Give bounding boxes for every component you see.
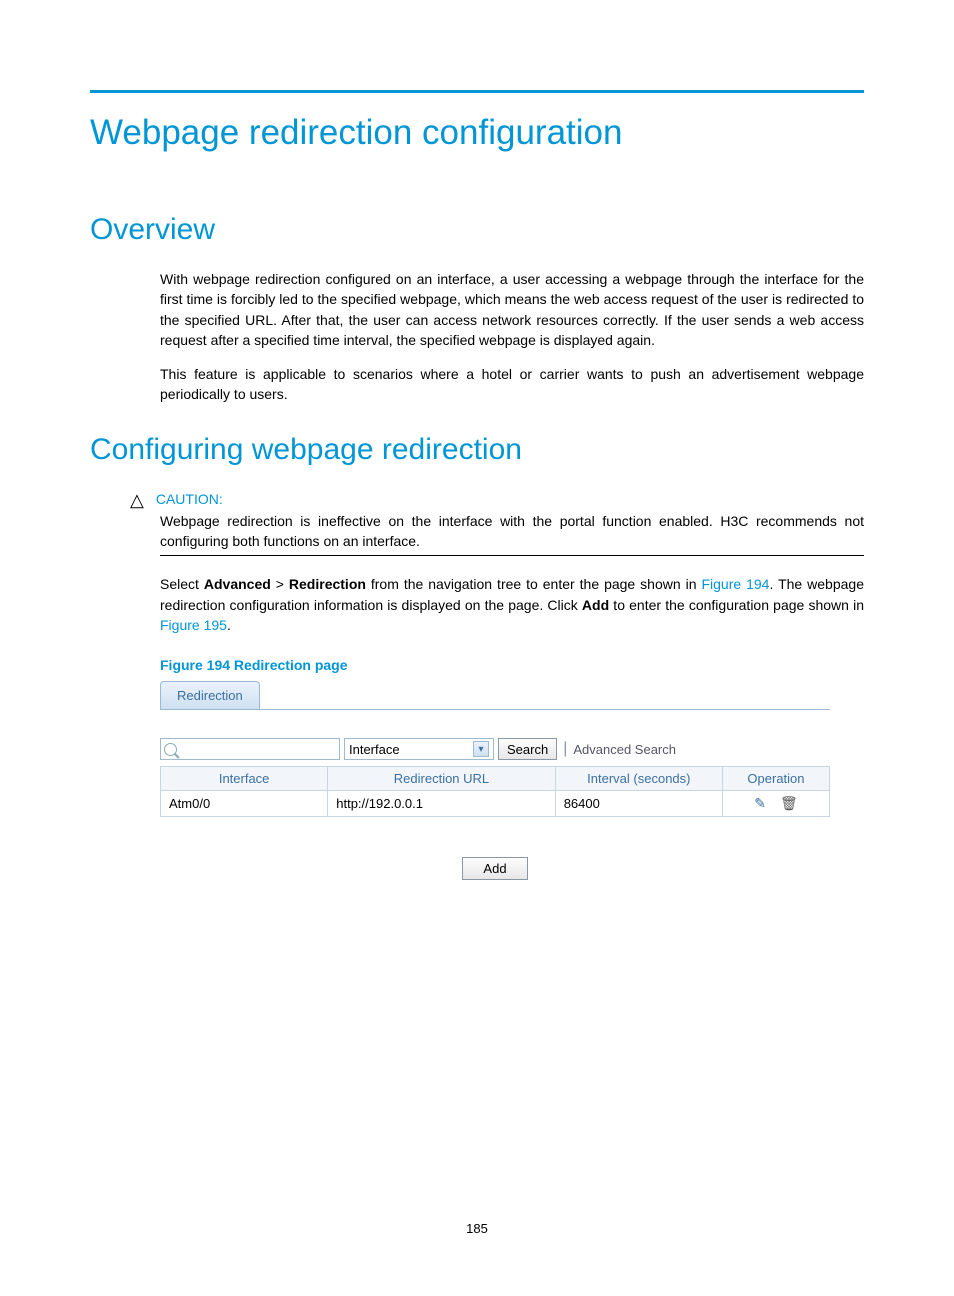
figure-194-caption: Figure 194 Redirection page bbox=[160, 657, 864, 673]
redirection-table: Interface Redirection URL Interval (seco… bbox=[160, 766, 830, 817]
advanced-search-link[interactable]: Advanced Search bbox=[573, 742, 676, 757]
text: . bbox=[227, 617, 231, 633]
link-figure-195[interactable]: Figure 195 bbox=[160, 617, 227, 633]
col-operation[interactable]: Operation bbox=[722, 767, 829, 791]
text: Select bbox=[160, 576, 204, 592]
configuring-para: Select Advanced > Redirection from the n… bbox=[160, 574, 864, 635]
link-figure-194[interactable]: Figure 194 bbox=[701, 576, 769, 592]
cell-interface: Atm0/0 bbox=[161, 791, 328, 817]
caution-text: Webpage redirection is ineffective on th… bbox=[160, 511, 864, 552]
page-number: 185 bbox=[0, 1221, 954, 1236]
section-configuring-heading: Configuring webpage redirection bbox=[90, 433, 864, 467]
add-button[interactable]: Add bbox=[462, 857, 527, 880]
cell-interval: 86400 bbox=[555, 791, 722, 817]
text: to enter the configuration page shown in bbox=[609, 597, 864, 613]
col-interface[interactable]: Interface bbox=[161, 767, 328, 791]
trash-icon[interactable]: 🗑 bbox=[780, 795, 798, 812]
tab-redirection[interactable]: Redirection bbox=[160, 681, 260, 709]
section-overview-heading: Overview bbox=[90, 213, 864, 247]
text: > bbox=[271, 576, 289, 592]
overview-para-1: With webpage redirection configured on a… bbox=[160, 269, 864, 350]
cell-url: http://192.0.0.1 bbox=[328, 791, 555, 817]
add-bold: Add bbox=[582, 597, 609, 613]
edit-icon[interactable]: ✎ bbox=[754, 795, 766, 812]
figure-194-screenshot: Redirection Interface ▾ Search | Advance… bbox=[160, 681, 830, 880]
text: from the navigation tree to enter the pa… bbox=[366, 576, 702, 592]
col-url[interactable]: Redirection URL bbox=[328, 767, 555, 791]
search-button[interactable]: Search bbox=[498, 738, 557, 760]
overview-para-2: This feature is applicable to scenarios … bbox=[160, 364, 864, 405]
nav-advanced: Advanced bbox=[204, 576, 271, 592]
caution-icon: △ bbox=[130, 491, 144, 509]
table-row: Atm0/0 http://192.0.0.1 86400 ✎ 🗑 bbox=[161, 791, 830, 817]
nav-redirection: Redirection bbox=[289, 576, 366, 592]
chevron-down-icon: ▾ bbox=[473, 741, 489, 757]
separator: | bbox=[563, 740, 567, 758]
search-input[interactable] bbox=[160, 738, 340, 760]
search-icon bbox=[164, 743, 177, 756]
col-interval[interactable]: Interval (seconds) bbox=[555, 767, 722, 791]
caution-label: CAUTION: bbox=[156, 491, 223, 507]
page-title: Webpage redirection configuration bbox=[90, 113, 864, 153]
dropdown-value: Interface bbox=[349, 742, 400, 757]
search-field-dropdown[interactable]: Interface ▾ bbox=[344, 738, 494, 760]
